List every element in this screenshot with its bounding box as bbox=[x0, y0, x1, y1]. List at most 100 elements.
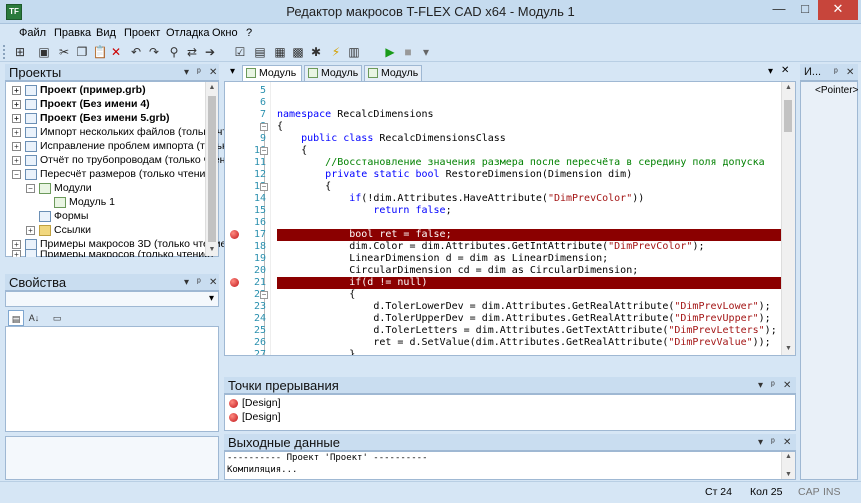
close-icon[interactable]: ✕ bbox=[209, 274, 217, 291]
close-icon[interactable]: ✕ bbox=[783, 434, 791, 451]
scroll-up-icon[interactable]: ▲ bbox=[782, 82, 795, 94]
menu-project[interactable]: Проект bbox=[124, 27, 160, 39]
editor-gutter[interactable]: 5678−910−111213−141516171819202122−23242… bbox=[225, 82, 271, 355]
expand-icon[interactable]: + bbox=[12, 85, 21, 95]
maximize-button[interactable]: □ bbox=[792, 0, 818, 20]
code-line[interactable]: namespace RecalcDimensions bbox=[277, 109, 781, 121]
scroll-down-icon[interactable]: ▼ bbox=[782, 470, 795, 479]
find-icon[interactable]: ⚲ bbox=[166, 44, 182, 60]
code-line[interactable]: { bbox=[277, 145, 781, 157]
pin-icon[interactable]: ᵖ bbox=[834, 64, 838, 81]
delete-icon[interactable]: ✕ bbox=[108, 44, 124, 60]
fold-toggle-icon[interactable]: − bbox=[260, 123, 268, 131]
code-line[interactable] bbox=[277, 97, 781, 109]
tab-menu-icon[interactable]: ▾ bbox=[230, 66, 235, 77]
projects-scrollbar[interactable]: ▲ ▼ bbox=[205, 82, 218, 256]
undo-icon[interactable]: ↶ bbox=[128, 44, 144, 60]
code-line[interactable]: LinearDimension d = dim as LinearDimensi… bbox=[277, 253, 781, 265]
save-icon[interactable]: ▣ bbox=[36, 44, 52, 60]
settings-icon[interactable]: ✱ bbox=[308, 44, 324, 60]
code-line[interactable]: public class RecalcDimensionsClass bbox=[277, 133, 781, 145]
code-line[interactable]: //Восстановление значения размера после … bbox=[277, 157, 781, 169]
breakpoint-icon[interactable] bbox=[230, 278, 239, 287]
tree-item[interactable]: + Отчёт по трубопроводам (только чтени bbox=[12, 154, 231, 167]
tree-item[interactable]: + Исправление проблем импорта (только bbox=[12, 140, 233, 153]
fold-toggle-icon[interactable]: − bbox=[260, 291, 268, 299]
breakpoint-line[interactable]: if(d != null) bbox=[277, 277, 781, 289]
tab-module-1[interactable]: Модуль 1 bbox=[304, 65, 362, 93]
properties-icon[interactable]: ☑ bbox=[232, 44, 248, 60]
paste-icon[interactable]: 📋 bbox=[92, 44, 108, 60]
breakpoint-item[interactable]: [Design] bbox=[229, 397, 281, 410]
menu-file[interactable]: Файл bbox=[19, 27, 46, 39]
menu-window[interactable]: Окно bbox=[212, 27, 238, 39]
copy-icon[interactable]: ❐ bbox=[74, 44, 90, 60]
scroll-thumb[interactable] bbox=[784, 100, 792, 132]
scroll-thumb[interactable] bbox=[208, 96, 216, 242]
new-project-icon[interactable]: ⊞ bbox=[12, 44, 28, 60]
code-line[interactable]: { bbox=[277, 181, 781, 193]
replace-icon[interactable]: ⇄ bbox=[184, 44, 200, 60]
scroll-down-icon[interactable]: ▼ bbox=[206, 244, 218, 256]
add-form-icon[interactable]: ▤ bbox=[252, 44, 268, 60]
panel-dropdown-icon[interactable]: ▾ bbox=[184, 274, 189, 291]
tree-item[interactable]: + Проект (пример.grb) bbox=[12, 84, 146, 97]
build-icon[interactable]: ▥ bbox=[346, 44, 362, 60]
categorized-icon[interactable]: ▤ bbox=[8, 310, 24, 326]
output-text[interactable]: ---------- Проект 'Проект' ---------- Ко… bbox=[224, 451, 796, 480]
code-line[interactable]: d.TolerLetters = dim.Attributes.GetTextA… bbox=[277, 325, 781, 337]
add-reference-icon[interactable]: ▩ bbox=[290, 44, 306, 60]
scroll-down-icon[interactable]: ▼ bbox=[782, 343, 795, 355]
fold-toggle-icon[interactable]: − bbox=[260, 183, 268, 191]
menu-help[interactable]: ? bbox=[246, 27, 252, 39]
code-line[interactable]: if(!dim.Attributes.HaveAttribute("DimPre… bbox=[277, 193, 781, 205]
code-line[interactable]: d.TolerUpperDev = dim.Attributes.GetReal… bbox=[277, 313, 781, 325]
chevron-down-icon[interactable]: ▾ bbox=[209, 293, 214, 304]
close-icon[interactable]: ✕ bbox=[209, 64, 217, 81]
pin-icon[interactable]: ᵖ bbox=[771, 377, 775, 394]
pin-icon[interactable]: ᵖ bbox=[197, 64, 201, 81]
menu-debug[interactable]: Отладка bbox=[166, 27, 209, 39]
properties-object-select[interactable]: ▾ bbox=[5, 291, 219, 307]
collapse-icon[interactable]: − bbox=[12, 169, 21, 179]
find-next-icon[interactable]: ➔ bbox=[202, 44, 218, 60]
expand-icon[interactable]: + bbox=[12, 141, 21, 151]
cut-icon[interactable]: ✂ bbox=[56, 44, 72, 60]
code-line[interactable]: CircularDimension cd = dim as CircularDi… bbox=[277, 265, 781, 277]
code-line[interactable]: { bbox=[277, 121, 781, 133]
expand-icon[interactable]: + bbox=[12, 113, 21, 123]
tab-list-icon[interactable]: ▾ bbox=[768, 66, 773, 77]
close-icon[interactable]: ✕ bbox=[846, 64, 854, 81]
toolbar-grip[interactable] bbox=[3, 45, 6, 59]
tree-item[interactable]: + Проект (Без имени 4) bbox=[12, 98, 150, 111]
code-line[interactable]: { bbox=[277, 289, 781, 301]
expand-icon[interactable]: + bbox=[12, 155, 21, 165]
code-line[interactable] bbox=[277, 217, 781, 229]
close-icon[interactable]: ✕ bbox=[783, 377, 791, 394]
toolbar-overflow-icon[interactable]: ▾ bbox=[418, 44, 434, 60]
property-pages-icon[interactable]: ▭ bbox=[49, 310, 65, 326]
stop-icon[interactable]: ■ bbox=[400, 44, 416, 60]
menu-edit[interactable]: Правка bbox=[54, 27, 91, 39]
expand-icon[interactable]: + bbox=[26, 225, 35, 235]
pin-icon[interactable]: ᵖ bbox=[197, 274, 201, 291]
tree-item-module-1[interactable]: Модуль 1 bbox=[54, 196, 115, 209]
add-module-icon[interactable]: ▦ bbox=[272, 44, 288, 60]
code-line[interactable]: ret = d.SetValue(dim.Attributes.GetRealA… bbox=[277, 337, 781, 349]
panel-dropdown-icon[interactable]: ▾ bbox=[184, 64, 189, 81]
redo-icon[interactable]: ↷ bbox=[146, 44, 162, 60]
expand-icon[interactable]: + bbox=[12, 99, 21, 109]
tree-item[interactable]: + Проект (Без имени 5.grb) bbox=[12, 112, 170, 125]
sort-alphabetical-icon[interactable]: A↓ bbox=[26, 310, 42, 326]
collapse-icon[interactable]: − bbox=[26, 183, 35, 193]
scroll-up-icon[interactable]: ▲ bbox=[206, 82, 218, 94]
output-scrollbar[interactable]: ▲ ▼ bbox=[781, 452, 795, 479]
code-line[interactable]: } bbox=[277, 349, 781, 355]
run-icon[interactable]: ▶ bbox=[382, 44, 398, 60]
breakpoint-line[interactable]: bool ret = false; bbox=[277, 229, 781, 241]
code-line[interactable] bbox=[277, 85, 781, 97]
breakpoint-icon[interactable] bbox=[230, 230, 239, 239]
expand-icon[interactable]: + bbox=[12, 239, 21, 249]
expand-icon[interactable]: + bbox=[12, 127, 21, 137]
panel-dropdown-icon[interactable]: ▾ bbox=[758, 377, 763, 394]
